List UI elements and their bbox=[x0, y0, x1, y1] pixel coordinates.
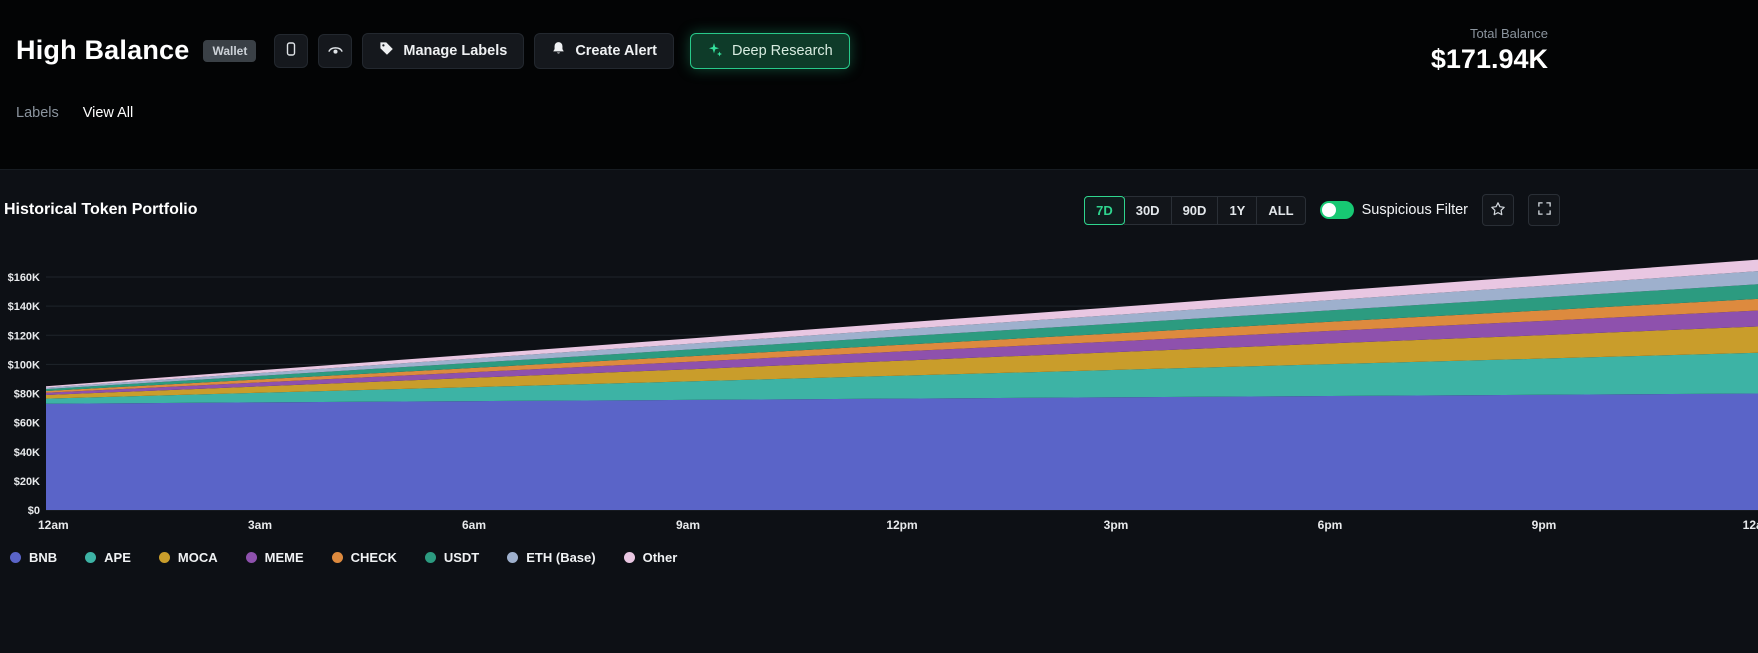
legend-label: Other bbox=[643, 550, 678, 565]
time-range-group: 7D 30D 90D 1Y ALL bbox=[1085, 196, 1306, 225]
y-tick-label: $0 bbox=[28, 505, 40, 517]
legend-item-eth-base-[interactable]: ETH (Base) bbox=[507, 550, 595, 565]
x-tick-label: 3pm bbox=[1104, 518, 1129, 532]
legend-label: MEME bbox=[265, 550, 304, 565]
range-button-7d[interactable]: 7D bbox=[1084, 196, 1125, 225]
copy-address-button[interactable] bbox=[274, 34, 308, 68]
y-tick-label: $40K bbox=[14, 447, 40, 459]
legend-dot bbox=[10, 552, 21, 563]
legend-label: BNB bbox=[29, 550, 57, 565]
y-tick-label: $100K bbox=[8, 359, 40, 371]
header-top-row: High Balance Wallet Manage Labels Create… bbox=[0, 0, 1758, 75]
legend-dot bbox=[425, 552, 436, 563]
y-tick-label: $160K bbox=[8, 272, 40, 284]
create-alert-label: Create Alert bbox=[575, 43, 657, 59]
fullscreen-chart-button[interactable] bbox=[1528, 194, 1560, 226]
legend-dot bbox=[159, 552, 170, 563]
view-all-link[interactable]: View All bbox=[83, 105, 134, 121]
legend-item-ape[interactable]: APE bbox=[85, 550, 131, 565]
chart-title: Historical Token Portfolio bbox=[4, 201, 198, 219]
chart-legend: BNB APE MOCA MEME CHECK USDT ETH (Base) Other bbox=[0, 540, 1758, 565]
y-tick-label: $120K bbox=[8, 330, 40, 342]
create-alert-button[interactable]: Create Alert bbox=[534, 33, 674, 69]
range-button-all[interactable]: ALL bbox=[1256, 196, 1305, 225]
page-header: High Balance Wallet Manage Labels Create… bbox=[0, 0, 1758, 170]
suspicious-filter-label: Suspicious Filter bbox=[1362, 202, 1468, 218]
chart-header-row: Historical Token Portfolio 7D 30D 90D 1Y… bbox=[0, 170, 1758, 226]
y-tick-label: $140K bbox=[8, 301, 40, 313]
suspicious-filter-toggle[interactable] bbox=[1320, 201, 1354, 219]
legend-item-bnb[interactable]: BNB bbox=[10, 550, 57, 565]
legend-item-moca[interactable]: MOCA bbox=[159, 550, 218, 565]
legend-label: ETH (Base) bbox=[526, 550, 595, 565]
legend-item-other[interactable]: Other bbox=[624, 550, 678, 565]
legend-dot bbox=[332, 552, 343, 563]
range-button-90d[interactable]: 90D bbox=[1171, 196, 1219, 225]
total-balance-block: Total Balance $171.94K bbox=[1431, 26, 1548, 75]
y-tick-label: $80K bbox=[14, 389, 40, 401]
clipboard-icon bbox=[283, 41, 299, 60]
manage-labels-label: Manage Labels bbox=[403, 43, 507, 59]
watchlist-button[interactable] bbox=[318, 34, 352, 68]
x-tick-label: 9am bbox=[676, 518, 700, 532]
star-icon bbox=[1490, 201, 1506, 220]
x-tick-label: 6pm bbox=[1318, 518, 1343, 532]
legend-label: APE bbox=[104, 550, 131, 565]
wallet-badge: Wallet bbox=[203, 40, 256, 62]
toggle-knob bbox=[1322, 203, 1336, 217]
y-tick-label: $60K bbox=[14, 418, 40, 430]
total-balance-value: $171.94K bbox=[1431, 44, 1548, 75]
sparkle-icon bbox=[707, 41, 723, 61]
historical-portfolio-section: Historical Token Portfolio 7D 30D 90D 1Y… bbox=[0, 170, 1758, 565]
x-tick-label: 12am bbox=[1743, 518, 1758, 532]
y-tick-label: $20K bbox=[14, 476, 40, 488]
favorite-chart-button[interactable] bbox=[1482, 194, 1514, 226]
legend-label: CHECK bbox=[351, 550, 397, 565]
range-button-1y[interactable]: 1Y bbox=[1217, 196, 1257, 225]
legend-item-check[interactable]: CHECK bbox=[332, 550, 397, 565]
range-button-30d[interactable]: 30D bbox=[1124, 196, 1172, 225]
legend-item-usdt[interactable]: USDT bbox=[425, 550, 479, 565]
page-title: High Balance bbox=[16, 35, 189, 66]
x-tick-label: 9pm bbox=[1532, 518, 1557, 532]
eye-icon bbox=[327, 41, 344, 61]
portfolio-chart[interactable]: $0 $20K $40K $60K $80K $100K $120K $140K $160K 12… bbox=[0, 240, 1758, 540]
suspicious-filter-toggle-wrap: Suspicious Filter bbox=[1320, 201, 1468, 219]
area-series-bnb bbox=[46, 394, 1758, 511]
legend-item-meme[interactable]: MEME bbox=[246, 550, 304, 565]
x-tick-label: 12am bbox=[38, 518, 69, 532]
x-tick-label: 6am bbox=[462, 518, 486, 532]
total-balance-label: Total Balance bbox=[1431, 26, 1548, 41]
legend-label: USDT bbox=[444, 550, 479, 565]
deep-research-label: Deep Research bbox=[732, 43, 833, 59]
legend-dot bbox=[507, 552, 518, 563]
legend-dot bbox=[85, 552, 96, 563]
header-sub-row: Labels View All bbox=[0, 75, 1758, 121]
legend-dot bbox=[624, 552, 635, 563]
tag-icon bbox=[379, 41, 394, 60]
bell-icon bbox=[551, 41, 566, 60]
chart-controls: 7D 30D 90D 1Y ALL Suspicious Filter bbox=[1085, 194, 1560, 226]
legend-label: MOCA bbox=[178, 550, 218, 565]
manage-labels-button[interactable]: Manage Labels bbox=[362, 33, 524, 69]
expand-icon bbox=[1537, 201, 1552, 219]
x-tick-label: 3am bbox=[248, 518, 272, 532]
deep-research-button[interactable]: Deep Research bbox=[690, 33, 850, 69]
labels-label: Labels bbox=[16, 105, 59, 121]
x-tick-label: 12pm bbox=[886, 518, 917, 532]
legend-dot bbox=[246, 552, 257, 563]
